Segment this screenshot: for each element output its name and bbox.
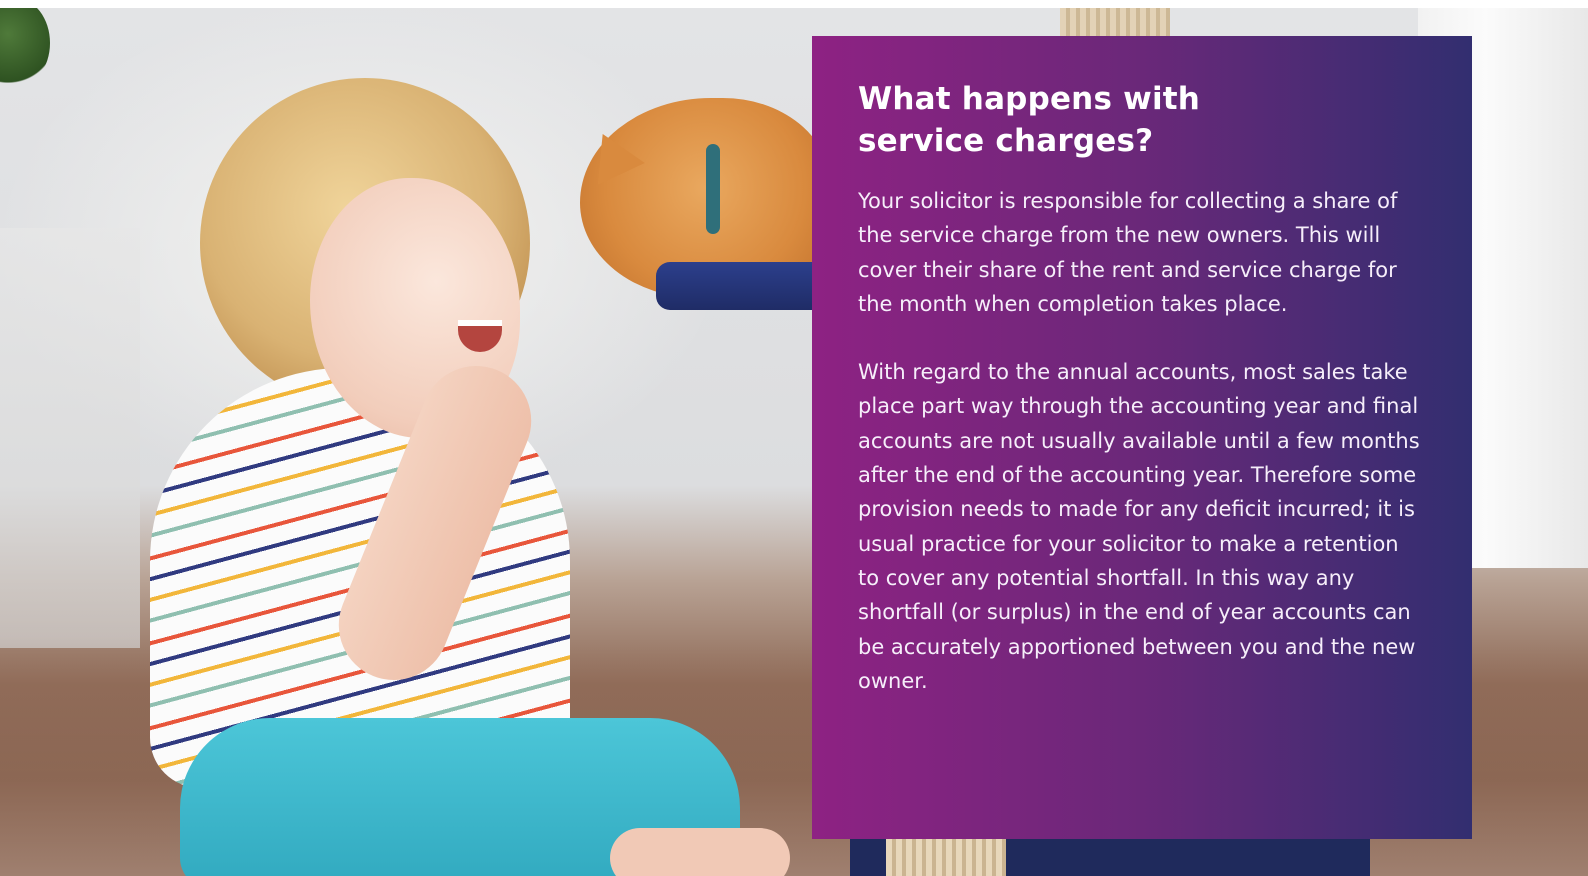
cat-collar [706,144,720,234]
cat-illustration [560,88,830,318]
wall-panel-decoration [0,228,140,648]
cat-bed [656,262,826,310]
child-foot [610,828,790,876]
scratching-post-base [850,838,1370,876]
page: What happens with service charges? Your … [0,0,1588,876]
card-paragraph-annual-accounts: With regard to the annual accounts, most… [858,360,1420,693]
plant-decoration [0,8,50,88]
scratching-post-rope [886,838,1006,876]
scratching-post-top [1060,8,1170,38]
card-paragraph-collection: Your solicitor is responsible for collec… [858,189,1398,316]
card-title: What happens with service charges? [858,81,1201,159]
service-charges-info-card: What happens with service charges? Your … [812,36,1472,839]
